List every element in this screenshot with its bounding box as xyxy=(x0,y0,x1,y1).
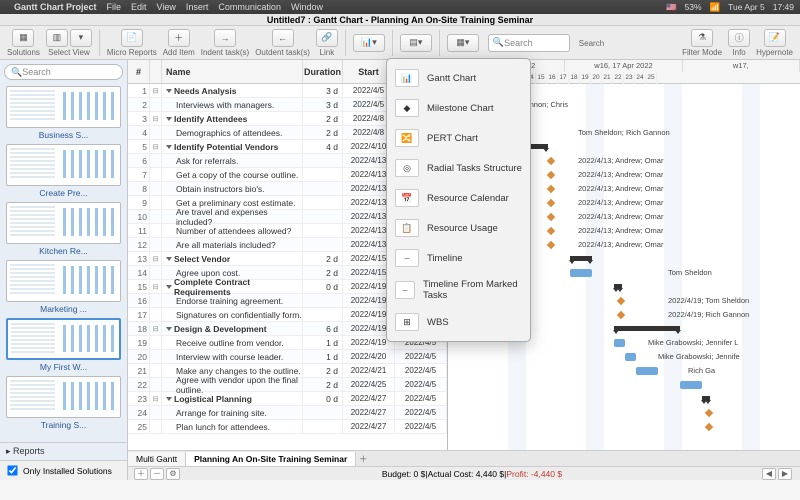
menu-insert[interactable]: Insert xyxy=(186,2,209,12)
status-actual: Actual Cost: 4,440 $ xyxy=(428,469,505,479)
status-remove-button[interactable]: － xyxy=(150,468,164,480)
col-header-info[interactable] xyxy=(150,60,162,83)
menu-communication[interactable]: Communication xyxy=(218,2,281,12)
gantt-row[interactable] xyxy=(448,406,800,420)
sidebar-reports[interactable]: ▸ Reports xyxy=(0,442,127,460)
tab-planning[interactable]: Planning An On-Site Training Seminar xyxy=(186,452,356,466)
hypernote-button[interactable]: 📝 xyxy=(764,29,786,47)
view-type-icon: 📋 xyxy=(395,219,419,237)
sidebar-thumbnail[interactable]: My First W... xyxy=(6,318,121,372)
gantt-row[interactable] xyxy=(448,420,800,434)
menu-edit[interactable]: Edit xyxy=(131,2,147,12)
app-menu[interactable]: Gantt Chart Project xyxy=(14,2,97,12)
view-type-icon: ⎯ xyxy=(395,249,419,267)
menu-view[interactable]: View xyxy=(157,2,176,12)
sidebar-thumbnail[interactable]: Create Pre... xyxy=(6,144,121,198)
status-bar: ＋ － ⚙ Budget: 0 $|Actual Cost: 4,440 $|P… xyxy=(128,466,800,480)
view-type-dropdown: 📊Gantt Chart◆Milestone Chart🔀PERT Chart◎… xyxy=(386,58,531,342)
sidebar-search-input[interactable]: 🔍 Search xyxy=(4,64,123,80)
dropdown-item[interactable]: 📊Gantt Chart xyxy=(387,63,530,93)
sidebar-thumbnail[interactable]: Kitchen Re... xyxy=(6,202,121,256)
colorview-button[interactable]: ▦▾ xyxy=(447,34,479,52)
battery-status[interactable]: 53% xyxy=(685,2,702,12)
tab-bar: Multi Gantt Planning An On-Site Training… xyxy=(128,450,800,466)
dropdown-item[interactable]: 📅Resource Calendar xyxy=(387,183,530,213)
task-row[interactable]: 23⊟Logistical Planning0 d2022/4/272022/4… xyxy=(128,392,447,406)
sidebar-thumbnail[interactable]: Business S... xyxy=(6,86,121,140)
outdent-button[interactable]: ← xyxy=(272,29,294,47)
dropdown-item[interactable]: ⎯Timeline xyxy=(387,243,530,273)
sidebar-thumbnail[interactable]: Marketing ... xyxy=(6,260,121,314)
task-row[interactable]: 22Agree with vendor upon the final outli… xyxy=(128,378,447,392)
toolbar-search-input[interactable]: 🔍 Search xyxy=(488,34,570,52)
view-type-icon: ⊞ xyxy=(395,313,419,331)
gantt-row[interactable] xyxy=(448,392,800,406)
selectview-arrow[interactable]: ▾ xyxy=(70,29,92,47)
microreports-button[interactable]: 📄 xyxy=(121,29,143,47)
dropdown-item[interactable]: 📋Resource Usage xyxy=(387,213,530,243)
menu-window[interactable]: Window xyxy=(291,2,323,12)
window-titlebar: Untitled7 : Gantt Chart - Planning An On… xyxy=(0,14,800,26)
status-budget: Budget: 0 $ xyxy=(382,469,425,479)
col-header-duration[interactable]: Duration xyxy=(303,60,343,83)
toolbar: ▦Solutions ▥▾Select View 📄Micro Reports … xyxy=(0,26,800,60)
status-add-button[interactable]: ＋ xyxy=(134,468,148,480)
view-type-icon: 📅 xyxy=(395,189,419,207)
view-type-icon: ◎ xyxy=(395,159,419,177)
col-header-name[interactable]: Name xyxy=(162,60,303,83)
sidebar-thumbnail[interactable]: Training S... xyxy=(6,376,121,430)
status-profit: Profit: -4,440 $ xyxy=(506,469,562,479)
gantt-row[interactable]: Rich Ga xyxy=(448,364,800,378)
dropdown-item[interactable]: ◎Radial Tasks Structure xyxy=(387,153,530,183)
gantt-row[interactable] xyxy=(448,378,800,392)
search-icon: 🔍 xyxy=(493,37,504,48)
gantt-row[interactable]: Mike Grabowski; Jennife xyxy=(448,350,800,364)
clock-time[interactable]: 17:49 xyxy=(773,2,794,12)
reportview-button[interactable]: ▤▾ xyxy=(400,34,432,52)
sidebar: 🔍 Search Business S...Create Pre...Kitch… xyxy=(0,60,128,480)
tab-add-button[interactable]: ＋ xyxy=(356,453,370,465)
viewtype-button[interactable]: 📊▾ xyxy=(353,34,385,52)
task-row[interactable]: 24Arrange for training site.2022/4/27202… xyxy=(128,406,447,420)
dropdown-item[interactable]: ◆Milestone Chart xyxy=(387,93,530,123)
flag-icon[interactable]: 🇺🇸 xyxy=(666,2,677,13)
tab-multi-gantt[interactable]: Multi Gantt xyxy=(128,452,186,466)
filtermode-button[interactable]: ⚗ xyxy=(691,29,713,47)
window-title: Untitled7 : Gantt Chart - Planning An On… xyxy=(267,15,533,25)
menu-file[interactable]: File xyxy=(107,2,122,12)
search-icon: 🔍 xyxy=(11,67,22,78)
link-button[interactable]: 🔗 xyxy=(316,29,338,47)
col-header-num[interactable]: # xyxy=(128,60,150,83)
dropdown-item[interactable]: 🔀PERT Chart xyxy=(387,123,530,153)
view-type-icon: ◆ xyxy=(395,99,419,117)
selectview-button[interactable]: ▥ xyxy=(46,29,68,47)
only-installed-checkbox[interactable]: Only Installed Solutions xyxy=(0,460,127,480)
task-row[interactable]: 25Plan lunch for attendees.2022/4/272022… xyxy=(128,420,447,434)
status-next-button[interactable]: ▶ xyxy=(778,468,792,480)
clock-day[interactable]: Tue Apr 5 xyxy=(728,2,765,12)
task-row[interactable]: 20Interview with course leader.1 d2022/4… xyxy=(128,350,447,364)
dropdown-item[interactable]: ⊞WBS xyxy=(387,307,530,337)
status-prev-button[interactable]: ◀ xyxy=(762,468,776,480)
wifi-icon[interactable]: 📶 xyxy=(710,2,721,13)
view-type-icon: 🔀 xyxy=(395,129,419,147)
view-type-icon: 📊 xyxy=(395,69,419,87)
additem-button[interactable]: ＋ xyxy=(168,29,190,47)
indent-button[interactable]: → xyxy=(214,29,236,47)
status-gear-button[interactable]: ⚙ xyxy=(166,468,180,480)
macos-menubar: Gantt Chart Project File Edit View Inser… xyxy=(0,0,800,14)
view-type-icon: ⎯ xyxy=(395,281,415,299)
solutions-button[interactable]: ▦ xyxy=(12,29,34,47)
dropdown-item[interactable]: ⎯Timeline From Marked Tasks xyxy=(387,273,530,307)
info-button[interactable]: ⓘ xyxy=(728,29,750,47)
